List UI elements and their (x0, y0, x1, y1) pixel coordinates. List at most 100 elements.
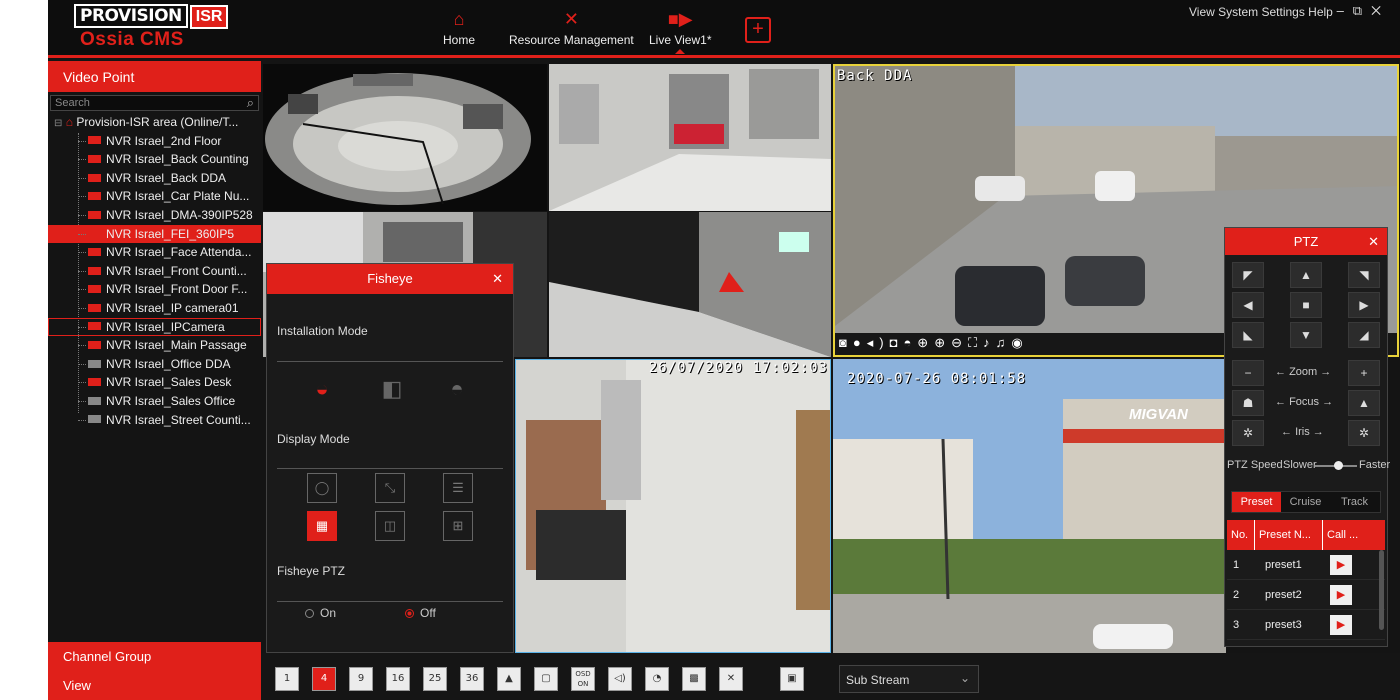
ptz-down-right-button[interactable]: ◢ (1348, 322, 1380, 348)
ptz-up-button[interactable]: ▲ (1290, 262, 1322, 288)
tree-item-device[interactable]: NVR Israel_DMA-390IP528 (48, 206, 261, 225)
search-icon[interactable]: ⌕ (247, 95, 254, 111)
tab-track[interactable]: Track (1330, 492, 1379, 512)
call-preset-play-icon[interactable]: ▶ (1330, 585, 1352, 605)
collapse-icon[interactable]: ⊟ (54, 118, 62, 129)
zoom-3d-icon[interactable]: ⊕ (934, 335, 951, 350)
tree-item-device[interactable]: NVR Israel_Front Counti... (48, 262, 261, 281)
tab-preset[interactable]: Preset (1232, 492, 1281, 512)
channel-group-tab[interactable]: Channel Group (48, 642, 261, 671)
sequence-icon[interactable]: ▩ (682, 667, 706, 691)
ptz-down-left-button[interactable]: ◣ (1232, 322, 1264, 348)
tree-item-device-selected[interactable]: NVR Israel_FEI_360IP5 (48, 224, 261, 244)
ceiling-mount-icon[interactable]: ◒ (307, 376, 337, 401)
ptz-on-radio[interactable]: On (305, 606, 336, 620)
tree-item-device[interactable]: NVR Israel_Street Counti... (48, 411, 261, 430)
layout-36-button[interactable]: 36 (460, 667, 484, 691)
layout-16-button[interactable]: 16 (386, 667, 410, 691)
tree-item-device[interactable]: NVR Israel_IP camera01 (48, 299, 261, 318)
ptz-center-button[interactable]: ■ (1290, 292, 1322, 318)
display-mode-expand-icon[interactable]: ⤡ (375, 473, 405, 503)
video-point-header[interactable]: Video Point (48, 61, 261, 92)
preset-scrollbar[interactable] (1379, 550, 1384, 630)
speed-slider-track[interactable] (1315, 461, 1357, 470)
display-mode-grid-icon[interactable]: ⊞ (443, 511, 473, 541)
stream-select[interactable]: Sub Stream ⌄ (839, 665, 979, 693)
close-icon[interactable]: ✕ (1368, 228, 1379, 255)
record-icon[interactable]: ◙ (839, 335, 853, 350)
nav-live-view[interactable]: ■▶ Live View1* (649, 8, 711, 54)
video-tile-street[interactable]: 2020-07-26 08:01:58 MIGVAN (833, 359, 1226, 653)
call-preset-play-icon[interactable]: ▶ (1330, 615, 1352, 635)
close-button[interactable]: ✕ (1371, 3, 1390, 18)
iris-close-button[interactable]: ✲ (1232, 420, 1264, 446)
display-mode-split-icon[interactable]: ◫ (375, 511, 405, 541)
ptz-off-radio[interactable]: Off (405, 606, 436, 620)
custom-layout-icon[interactable]: ▲ (497, 667, 521, 691)
layout-25-button[interactable]: 25 (423, 667, 447, 691)
minimize-button[interactable]: – (1337, 3, 1353, 18)
display-mode-quad-icon[interactable]: ▦ (307, 511, 337, 541)
tree-item-device[interactable]: NVR Israel_Car Plate Nu... (48, 187, 261, 206)
display-mode-original-icon[interactable]: ◯ (307, 473, 337, 503)
restore-button[interactable]: ⧉ (1353, 3, 1371, 18)
view-tab[interactable]: View (48, 671, 261, 700)
fullscreen-icon[interactable]: ▢ (534, 667, 558, 691)
wall-mount-icon[interactable]: ◧ (377, 376, 407, 401)
tree-item-device[interactable]: NVR Israel_Main Passage (48, 336, 261, 355)
microphone-icon[interactable]: ♪ (983, 335, 996, 350)
tree-root[interactable]: ⊟ ⌂ Provision-ISR area (Online/T... (48, 113, 261, 132)
zoom-in-button[interactable]: + (1348, 360, 1380, 386)
zoom-out-button[interactable]: − (1232, 360, 1264, 386)
ptz-left-button[interactable]: ◀ (1232, 292, 1264, 318)
audio-icon[interactable]: ◁) (608, 667, 632, 691)
tree-item-device[interactable]: NVR Israel_Back Counting (48, 150, 261, 169)
snapshot-icon[interactable]: ◘ (890, 335, 904, 350)
ptz-icon[interactable]: ◓ (903, 335, 917, 350)
video-tile-office[interactable]: 26/07/2020 17:02:03 (515, 359, 831, 653)
video-tile-fisheye-view4[interactable] (549, 212, 831, 357)
ptz-down-button[interactable]: ▼ (1290, 322, 1322, 348)
nav-resource-management[interactable]: ✕ Resource Management (509, 8, 634, 47)
focus-far-button[interactable]: ▲ (1348, 390, 1380, 416)
location-icon[interactable]: ◉ (1011, 335, 1028, 350)
speed-slider-thumb[interactable] (1334, 461, 1344, 470)
stop-icon[interactable]: ● (853, 335, 867, 350)
save-view-icon[interactable]: ▣ (780, 667, 804, 691)
ptz-up-left-button[interactable]: ◤ (1232, 262, 1264, 288)
tree-item-device[interactable]: NVR Israel_2nd Floor (48, 132, 261, 151)
zoom-out-icon[interactable]: ⊖ (951, 335, 968, 350)
table-mount-icon[interactable]: ◓ (442, 376, 472, 401)
search-input[interactable]: Search ⌕ (50, 95, 259, 111)
add-tab-button[interactable]: + (745, 17, 771, 43)
tree-item-device[interactable]: NVR Israel_Back DDA (48, 169, 261, 188)
iris-open-button[interactable]: ✲ (1348, 420, 1380, 446)
audio-icon[interactable]: ◂) (867, 335, 890, 350)
tree-item-device-highlighted[interactable]: NVR Israel_IPCamera (48, 317, 261, 337)
talk-icon[interactable]: ♫ (996, 335, 1012, 350)
ptz-up-right-button[interactable]: ◥ (1348, 262, 1380, 288)
display-mode-panorama-icon[interactable]: ☰ (443, 473, 473, 503)
close-all-icon[interactable]: ✕ (719, 667, 743, 691)
osd-on-button[interactable]: OSD ON (571, 667, 595, 691)
tab-cruise[interactable]: Cruise (1281, 492, 1330, 512)
tree-item-device[interactable]: NVR Israel_Sales Office (48, 392, 261, 411)
video-tile-fisheye-view2[interactable] (549, 64, 831, 211)
layout-9-button[interactable]: 9 (349, 667, 373, 691)
close-icon[interactable]: ✕ (492, 264, 503, 294)
table-row[interactable]: 1 preset1 ▶ (1227, 550, 1385, 580)
layout-1-button[interactable]: 1 (275, 667, 299, 691)
call-preset-play-icon[interactable]: ▶ (1330, 555, 1352, 575)
alarm-icon[interactable]: ◔ (645, 667, 669, 691)
focus-near-button[interactable]: ☗ (1232, 390, 1264, 416)
system-menu[interactable]: View System Settings Help (1189, 5, 1333, 19)
tree-item-device[interactable]: NVR Israel_Office DDA (48, 355, 261, 374)
layout-4-button[interactable]: 4 (312, 667, 336, 691)
tree-item-device[interactable]: NVR Israel_Face Attenda... (48, 243, 261, 262)
ptz-right-button[interactable]: ▶ (1348, 292, 1380, 318)
table-row[interactable]: 3 preset3 ▶ (1227, 610, 1385, 640)
table-row[interactable]: 2 preset2 ▶ (1227, 580, 1385, 610)
nav-home[interactable]: ⌂ Home (443, 8, 475, 47)
tree-item-device[interactable]: NVR Israel_Sales Desk (48, 373, 261, 392)
tree-item-device[interactable]: NVR Israel_Front Door F... (48, 280, 261, 299)
